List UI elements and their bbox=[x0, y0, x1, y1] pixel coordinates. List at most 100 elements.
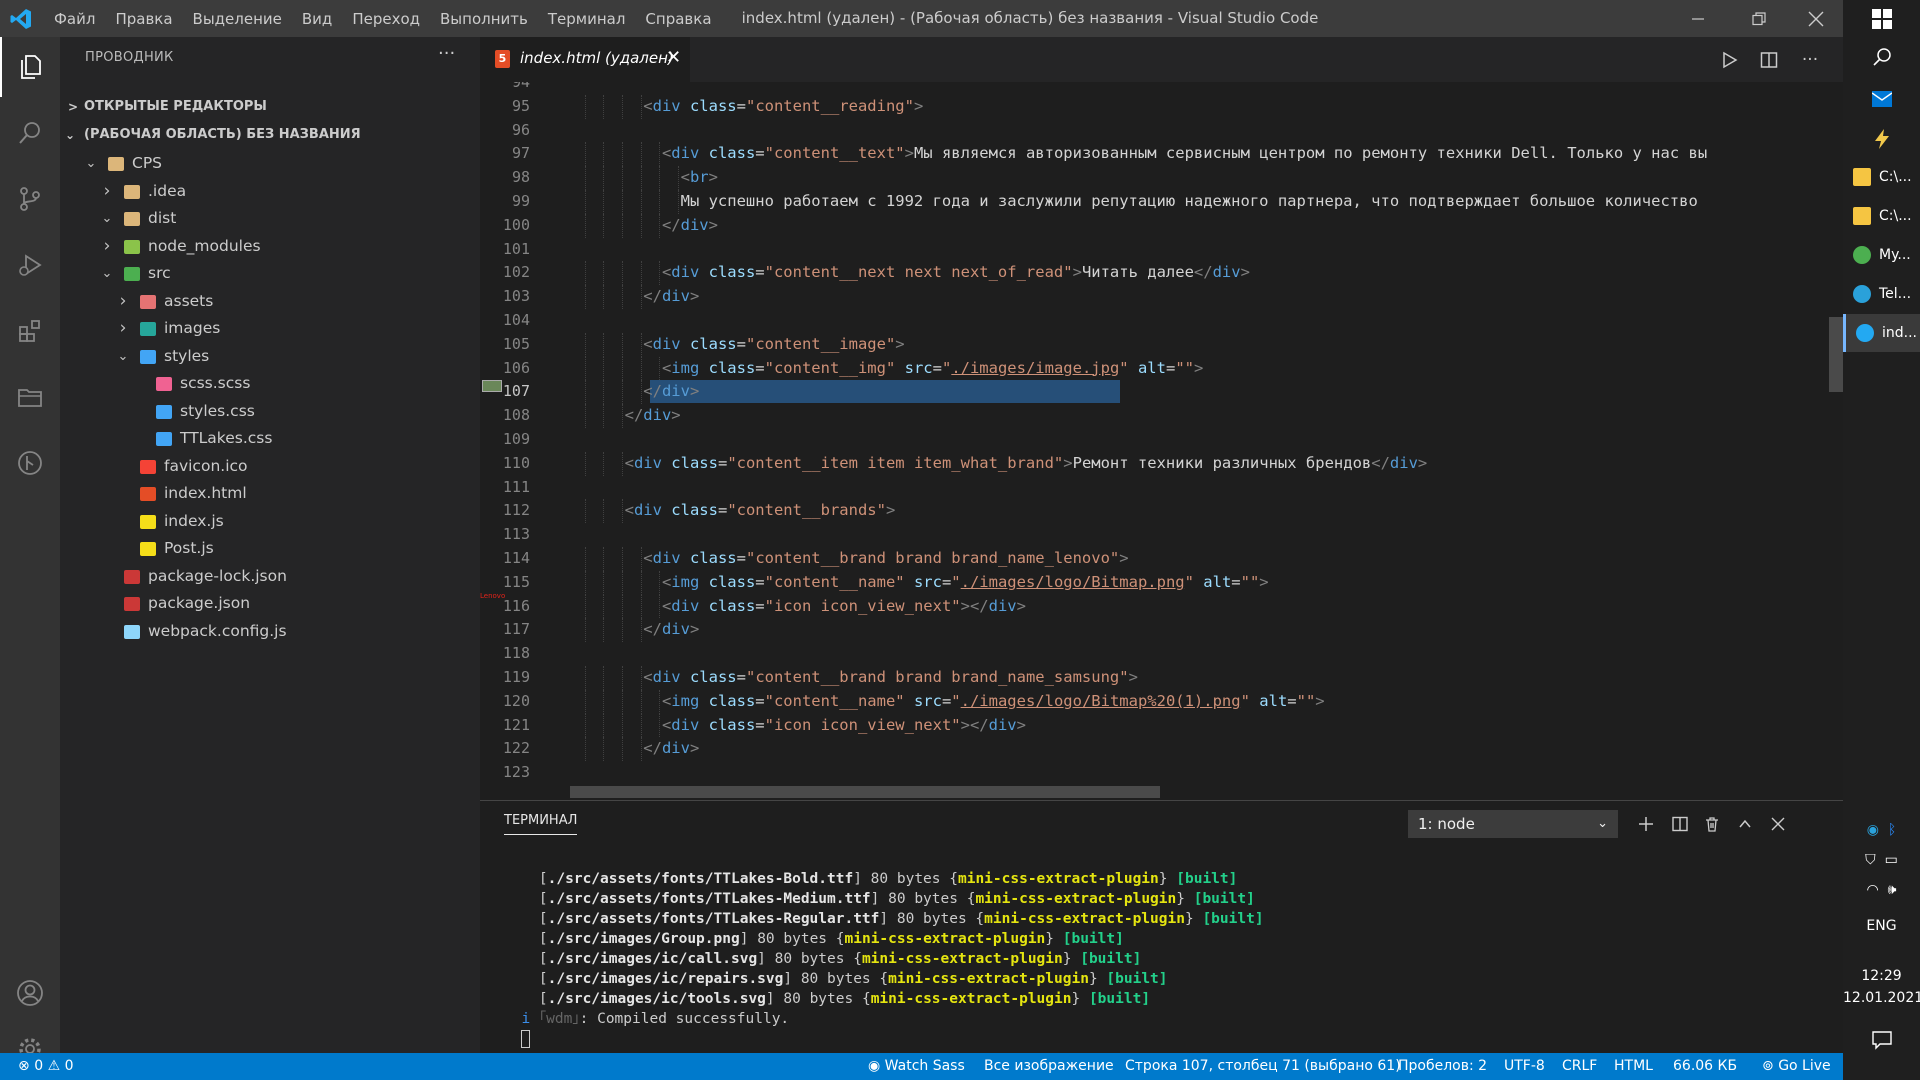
taskbar-app-folder[interactable]: C:\... bbox=[1843, 158, 1920, 196]
chevron-down-icon[interactable]: ⌄ bbox=[84, 150, 98, 178]
file-size-item[interactable]: 66.06 КБ bbox=[1673, 1053, 1737, 1080]
chevron-down-icon[interactable]: ⌄ bbox=[116, 343, 130, 371]
tree-item-post-js[interactable]: Post.js bbox=[60, 535, 480, 563]
code-token: < bbox=[624, 501, 634, 520]
new-terminal-button[interactable] bbox=[1632, 810, 1660, 838]
tree-item-package-lock-json[interactable]: package-lock.json bbox=[60, 563, 480, 591]
folder-icon bbox=[1853, 168, 1871, 186]
pinned-app-button[interactable] bbox=[1843, 120, 1920, 158]
notifications-button[interactable] bbox=[1843, 1030, 1920, 1054]
terminal-tab[interactable]: ТЕРМИНАЛ bbox=[504, 813, 578, 835]
taskbar-app-vscode[interactable]: ind... bbox=[1843, 314, 1920, 352]
battery-icon[interactable]: ▭ bbox=[1885, 852, 1898, 868]
code-token: </ bbox=[643, 382, 662, 401]
maximize-panel-button[interactable] bbox=[1731, 810, 1759, 838]
volume-icon[interactable]: 🕪 bbox=[1888, 882, 1897, 898]
menu-go[interactable]: Переход bbox=[342, 10, 430, 28]
chevron-down-icon[interactable]: ⌄ bbox=[100, 205, 114, 233]
open-editors-section[interactable]: > ОТКРЫТЫЕ РЕДАКТОРЫ bbox=[60, 95, 480, 119]
run-debug-activity[interactable] bbox=[0, 235, 60, 295]
tree-item-styles[interactable]: ⌄ styles bbox=[60, 343, 480, 371]
tree-item-favicon-ico[interactable]: favicon.ico bbox=[60, 453, 480, 481]
chevron-down-icon[interactable]: ⌄ bbox=[100, 260, 114, 288]
menu-selection[interactable]: Выделение bbox=[183, 10, 292, 28]
project-manager-activity[interactable] bbox=[0, 367, 60, 427]
run-button[interactable] bbox=[1712, 37, 1746, 82]
terminal-select[interactable]: 1: node ⌄ bbox=[1408, 810, 1618, 838]
tree-item-webpack-config-js[interactable]: webpack.config.js bbox=[60, 618, 480, 646]
close-window-button[interactable] bbox=[1790, 0, 1842, 37]
input-language[interactable]: ENG bbox=[1843, 918, 1920, 934]
start-button[interactable] bbox=[1843, 0, 1920, 38]
git-graph-activity[interactable] bbox=[0, 433, 60, 493]
encoding-item[interactable]: UTF-8 bbox=[1504, 1053, 1545, 1080]
menu-edit[interactable]: Правка bbox=[105, 10, 182, 28]
horizontal-scrollbar[interactable] bbox=[570, 786, 1160, 798]
source-control-activity[interactable] bbox=[0, 169, 60, 229]
problems-indicator[interactable]: ⊗ 0 ⚠ 0 bbox=[18, 1053, 74, 1080]
tree-item-index-html[interactable]: index.html bbox=[60, 480, 480, 508]
bluetooth-icon[interactable]: ᛒ bbox=[1888, 822, 1896, 838]
menu-file[interactable]: Файл bbox=[44, 10, 105, 28]
chevron-right-icon[interactable]: › bbox=[116, 288, 130, 316]
taskbar-app-chrome[interactable]: My... bbox=[1843, 236, 1920, 274]
code-lines[interactable]: <div class="content__reading"> <div class… bbox=[570, 82, 1843, 800]
mail-app-button[interactable] bbox=[1843, 80, 1920, 118]
kill-terminal-button[interactable] bbox=[1698, 810, 1726, 838]
accounts-activity[interactable] bbox=[0, 963, 60, 1023]
all-images-item[interactable]: Все изображение bbox=[984, 1053, 1114, 1080]
taskbar-app-telegram[interactable]: Tel... bbox=[1843, 275, 1920, 313]
sass-file-icon bbox=[156, 377, 172, 391]
taskbar-app-folder[interactable]: C:\... bbox=[1843, 197, 1920, 235]
language-mode[interactable]: HTML bbox=[1614, 1053, 1653, 1080]
line-number: 115 bbox=[502, 572, 530, 591]
search-activity[interactable] bbox=[0, 103, 60, 163]
tree-item-cps[interactable]: ⌄ CPS bbox=[60, 150, 480, 178]
minimize-button[interactable] bbox=[1672, 0, 1724, 37]
code-editor[interactable]: Lenovo 94 95 96 97 98 99 100 101 102 103 104 105 106… bbox=[480, 82, 1843, 800]
workspace-section[interactable]: ⌄ (РАБОЧАЯ ОБЛАСТЬ) БЕЗ НАЗВАНИЯ bbox=[60, 123, 480, 147]
clock-time[interactable]: 12:29 bbox=[1843, 968, 1920, 984]
explorer-more-button[interactable]: ··· bbox=[438, 43, 455, 64]
shield-icon[interactable]: ⛉ bbox=[1865, 852, 1876, 868]
menu-view[interactable]: Вид bbox=[292, 10, 342, 28]
chevron-right-icon[interactable]: › bbox=[100, 233, 114, 261]
indentation-item[interactable]: Пробелов: 2 bbox=[1398, 1053, 1487, 1080]
explorer-activity[interactable] bbox=[0, 37, 60, 97]
terminal-output[interactable]: [./src/assets/fonts/TTLakes-Bold.ttf] 80… bbox=[504, 869, 1264, 1049]
tree-item-ttlakes-css[interactable]: TTLakes.css bbox=[60, 425, 480, 453]
split-terminal-button[interactable] bbox=[1666, 810, 1694, 838]
watch-sass-button[interactable]: ◉ Watch Sass bbox=[868, 1053, 965, 1080]
terminal-prompt[interactable] bbox=[504, 1029, 1264, 1049]
tree-item-images[interactable]: › images bbox=[60, 315, 480, 343]
editor-more-button[interactable]: ··· bbox=[1793, 37, 1827, 82]
tree-item--idea[interactable]: › .idea bbox=[60, 178, 480, 206]
tree-item-node-modules[interactable]: › node_modules bbox=[60, 233, 480, 261]
extensions-activity[interactable] bbox=[0, 301, 60, 361]
clock-date[interactable]: 12.01.2021 bbox=[1843, 990, 1920, 1006]
tree-item-assets[interactable]: › assets bbox=[60, 288, 480, 316]
tree-item-package-json[interactable]: package.json bbox=[60, 590, 480, 618]
chevron-right-icon[interactable]: › bbox=[116, 315, 130, 343]
tab-close-button[interactable]: ✕ bbox=[666, 47, 681, 68]
menu-terminal[interactable]: Терминал bbox=[538, 10, 636, 28]
taskbar-search-button[interactable] bbox=[1843, 38, 1920, 76]
eol-item[interactable]: CRLF bbox=[1562, 1053, 1597, 1080]
menu-run[interactable]: Выполнить bbox=[430, 10, 538, 28]
code-token: ></ bbox=[960, 596, 989, 615]
tab-index-html[interactable]: 5 index.html (удален) ✕ bbox=[480, 37, 690, 82]
split-editor-button[interactable] bbox=[1752, 37, 1786, 82]
tree-item-dist[interactable]: ⌄ dist bbox=[60, 205, 480, 233]
tree-item-styles-css[interactable]: styles.css bbox=[60, 398, 480, 426]
tree-item-scss-scss[interactable]: scss.scss bbox=[60, 370, 480, 398]
go-live-button[interactable]: ⊚ Go Live bbox=[1762, 1053, 1831, 1080]
wifi-icon[interactable]: ◠ bbox=[1867, 882, 1879, 898]
cursor-position[interactable]: Строка 107, столбец 71 (выбрано 61) bbox=[1125, 1053, 1401, 1080]
restore-button[interactable] bbox=[1733, 0, 1785, 37]
tree-item-src[interactable]: ⌄ src bbox=[60, 260, 480, 288]
telegram-tray-icon[interactable]: ◉ bbox=[1867, 822, 1879, 838]
vertical-scrollbar[interactable] bbox=[1829, 317, 1843, 392]
chevron-right-icon[interactable]: › bbox=[100, 178, 114, 206]
close-panel-button[interactable] bbox=[1764, 810, 1792, 838]
tree-item-index-js[interactable]: index.js bbox=[60, 508, 480, 536]
